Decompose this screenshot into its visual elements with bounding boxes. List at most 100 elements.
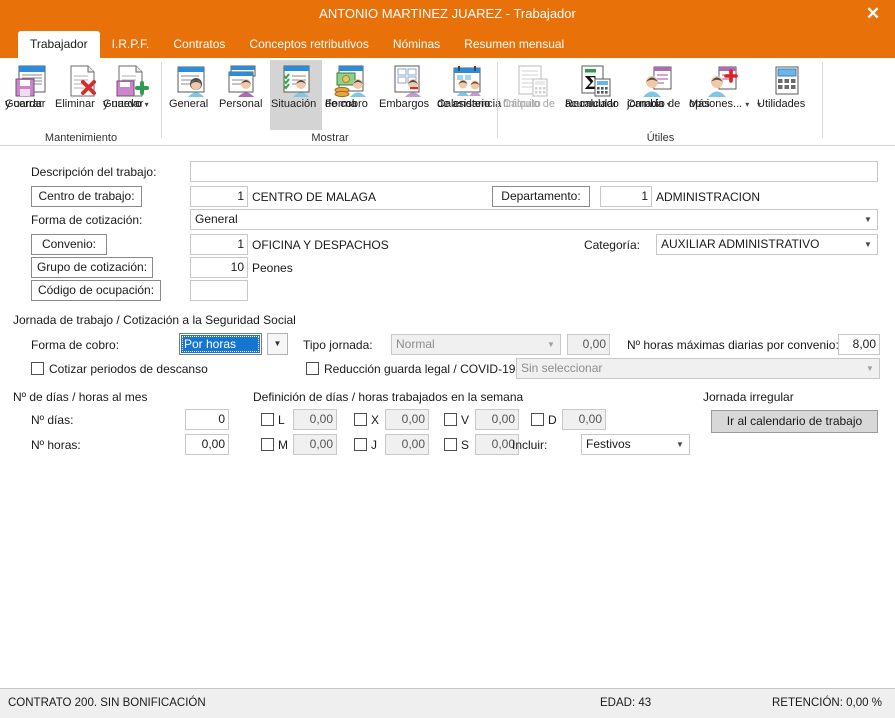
- dia-M-checkbox[interactable]: [261, 438, 274, 451]
- horas-maximas-input[interactable]: 8,00: [838, 334, 880, 355]
- ribbon-button-mas-opciones[interactable]: Más opciones... ▾: [688, 60, 756, 130]
- forma-cobro-field[interactable]: Por horas: [179, 333, 262, 355]
- ribbon-button-guardar-y-cerrar[interactable]: Guardar y cerrar: [4, 60, 60, 130]
- chevron-down-icon[interactable]: ▾: [745, 100, 749, 109]
- descripcion-trabajo-label: Descripción del trabajo:: [31, 165, 157, 179]
- grupo-cotizacion-code-input[interactable]: 10: [190, 257, 248, 278]
- ribbon-button-calculo-de-finiquito[interactable]: Cálculo de finiquito: [502, 60, 564, 130]
- ribbon-button-general[interactable]: General: [168, 60, 216, 130]
- reduccion-guarda-legal-checkbox[interactable]: [306, 362, 319, 375]
- ribbon-button-sublabel: opciones... ▾: [689, 98, 750, 110]
- dia-V-checkbox[interactable]: [444, 413, 457, 426]
- dia-L-checkbox[interactable]: [261, 413, 274, 426]
- centro-trabajo-code-input[interactable]: 1: [190, 186, 248, 207]
- ribbon-button-embargos[interactable]: Embargos: [378, 60, 436, 130]
- tab-resumen-mensual[interactable]: Resumen mensual: [452, 31, 576, 58]
- codigo-ocupacion-input[interactable]: [190, 280, 248, 301]
- dia-X-label: X: [371, 413, 380, 427]
- form-panel: Descripción del trabajo: Centro de traba…: [0, 147, 895, 688]
- status-contrato: CONTRATO 200. SIN BONIFICACIÓN: [8, 697, 206, 709]
- dia-D-label: D: [548, 413, 557, 427]
- chevron-down-icon[interactable]: ▼: [671, 435, 689, 454]
- ir-al-calendario-button[interactable]: Ir al calendario de trabajo: [711, 410, 878, 433]
- incluir-label: Incluir:: [512, 438, 548, 452]
- cotizar-descanso-checkbox[interactable]: [31, 362, 44, 375]
- categoria-label: Categoría:: [583, 238, 640, 252]
- ribbon-button-forma-de-cobro[interactable]: Forma de cobro: [324, 60, 376, 130]
- chevron-down-icon[interactable]: ▼: [861, 359, 879, 378]
- dia-X-input[interactable]: 0,00: [385, 409, 429, 430]
- dia-X-checkbox[interactable]: [354, 413, 367, 426]
- departamento-button[interactable]: Departamento:: [492, 186, 590, 207]
- ribbon-button-sublabel: ▾: [756, 98, 762, 111]
- dias-mes-section-title: Nº de días / horas al mes: [13, 390, 148, 404]
- ribbon-button-label: Situación: [271, 98, 317, 110]
- dia-D-input[interactable]: 0,00: [562, 409, 606, 430]
- chevron-down-icon[interactable]: ▼: [542, 335, 560, 354]
- descripcion-trabajo-input[interactable]: [190, 161, 878, 182]
- dia-D-checkbox[interactable]: [531, 413, 544, 426]
- ribbon-button-label: Utilidades: [757, 98, 806, 110]
- tab-trabajador[interactable]: Trabajador: [18, 31, 100, 58]
- forma-cotizacion-select[interactable]: General ▼: [190, 209, 878, 230]
- utilidades-icon: [756, 60, 818, 98]
- chevron-down-icon[interactable]: ▼: [267, 333, 288, 355]
- dia-S-checkbox[interactable]: [444, 438, 457, 451]
- categoria-select[interactable]: AUXILIAR ADMINISTRATIVO ▼: [656, 234, 878, 255]
- ribbon-button-guardar-y-nuevo[interactable]: Guardar y nuevo ▾: [102, 60, 158, 130]
- tab-nominas[interactable]: Nóminas: [381, 31, 452, 58]
- dia-V-input[interactable]: 0,00: [475, 409, 519, 430]
- ribbon-group-caption: Mostrar: [311, 132, 349, 144]
- status-retencion: RETENCIÓN: 0,00 %: [772, 697, 882, 709]
- tab-irpf[interactable]: I.R.P.F.: [100, 31, 162, 58]
- n-dias-input[interactable]: 0: [185, 409, 229, 430]
- chevron-down-icon[interactable]: ▾: [145, 100, 149, 109]
- convenio-code-input[interactable]: 1: [190, 234, 248, 255]
- ribbon-button-recalcular-acumulado[interactable]: Σ Recalcular acumulado: [564, 60, 626, 130]
- chevron-down-icon[interactable]: ▾: [667, 100, 671, 109]
- grupo-cotizacion-button[interactable]: Grupo de cotización:: [31, 257, 153, 278]
- status-edad: EDAD: 43: [600, 697, 652, 709]
- tipo-jornada-select[interactable]: Normal ▼: [391, 334, 561, 355]
- ribbon-button-cambio-de-jornada[interactable]: Cambio de jornada ▾: [626, 60, 688, 130]
- dia-L-input[interactable]: 0,00: [293, 409, 337, 430]
- dia-L-label: L: [278, 413, 285, 427]
- ribbon-button-sublabel: y cerrar: [5, 98, 43, 110]
- tab-conceptos-retributivos[interactable]: Conceptos retributivos: [237, 31, 380, 58]
- n-horas-label: Nº horas:: [31, 438, 81, 452]
- reduccion-guarda-legal-select[interactable]: Sin seleccionar ▼: [516, 358, 880, 379]
- jornada-irregular-title: Jornada irregular: [703, 390, 794, 404]
- ribbon-button-sublabel: y nuevo ▾: [103, 98, 149, 110]
- incluir-select[interactable]: Festivos ▼: [581, 434, 690, 455]
- chevron-down-icon[interactable]: ▾: [757, 100, 761, 109]
- convenio-button[interactable]: Convenio:: [31, 234, 107, 255]
- dia-J-checkbox[interactable]: [354, 438, 367, 451]
- codigo-ocupacion-button[interactable]: Código de ocupación:: [31, 280, 161, 301]
- centro-trabajo-name: CENTRO DE MALAGA: [252, 190, 377, 204]
- ribbon-button-calendario-de-asistencia[interactable]: Calendario de asistencia: [436, 60, 501, 130]
- ribbon-group-caption: Mantenimiento: [44, 132, 118, 144]
- ribbon-button-label: General: [169, 98, 209, 110]
- forma-de-cobro-icon: [324, 60, 376, 98]
- dia-J-label: J: [371, 438, 377, 452]
- close-icon[interactable]: ✕: [859, 2, 887, 26]
- chevron-down-icon[interactable]: ▼: [859, 210, 877, 229]
- dia-J-input[interactable]: 0,00: [385, 434, 429, 455]
- centro-trabajo-button[interactable]: Centro de trabajo:: [31, 186, 142, 207]
- departamento-code-input[interactable]: 1: [600, 186, 652, 207]
- ribbon-button-personal[interactable]: Personal: [218, 60, 268, 130]
- calendario-asistencia-icon: [436, 60, 498, 98]
- ribbon-toolbar: Guardar y cerrar Eliminar Guardar y nuev…: [0, 58, 895, 146]
- ribbon-button-utilidades[interactable]: Utilidades ▾: [756, 60, 818, 130]
- dia-M-input[interactable]: 0,00: [293, 434, 337, 455]
- calculo-finiquito-icon: [502, 60, 564, 98]
- forma-cobro-label: Forma de cobro:: [31, 338, 120, 352]
- ribbon-button-sublabel: jornada ▾: [627, 98, 671, 110]
- ribbon-button-situacion[interactable]: Situación: [270, 60, 322, 130]
- n-horas-input[interactable]: 0,00: [185, 434, 229, 455]
- tab-contratos[interactable]: Contratos: [161, 31, 237, 58]
- departamento-name: ADMINISTRACION: [656, 190, 761, 204]
- chevron-down-icon[interactable]: ▼: [859, 235, 877, 254]
- tipo-jornada-porcentaje-input: 0,00: [567, 334, 610, 355]
- dia-V-label: V: [461, 413, 470, 427]
